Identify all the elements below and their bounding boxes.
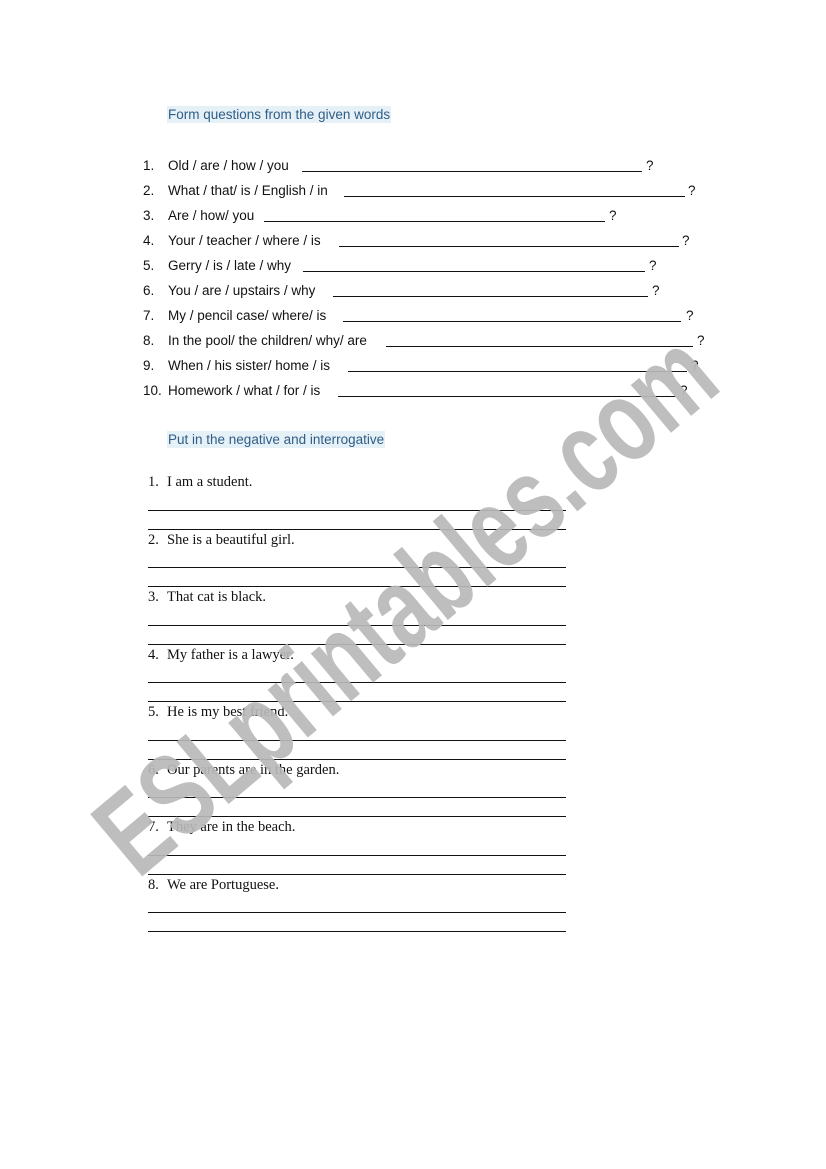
sentence-text: That cat is black. — [167, 589, 267, 605]
question-prompt: My / pencil case/ where/ is — [168, 308, 327, 323]
negative-answer-line[interactable] — [148, 625, 566, 626]
watermark: ESLprintables.com — [70, 307, 741, 900]
answer-blank[interactable] — [302, 171, 642, 172]
interrogative-answer-line[interactable] — [148, 874, 566, 875]
question-mark: ? — [682, 233, 690, 248]
question-prompt: In the pool/ the children/ why/ are — [168, 333, 367, 348]
answer-blank[interactable] — [303, 271, 645, 272]
question-number: 8. — [143, 333, 155, 348]
interrogative-answer-line[interactable] — [148, 529, 566, 530]
sentence-number: 6. — [148, 762, 159, 778]
question-number: 7. — [143, 308, 155, 323]
question-mark: ? — [697, 333, 705, 348]
sentence-text: She is a beautiful girl. — [167, 532, 295, 548]
question-mark: ? — [649, 258, 657, 273]
negative-answer-line[interactable] — [148, 567, 566, 568]
interrogative-answer-line[interactable] — [148, 816, 566, 817]
negative-answer-line[interactable] — [148, 740, 566, 741]
question-number: 4. — [143, 233, 155, 248]
sentence-number: 7. — [148, 819, 159, 835]
question-prompt: Gerry / is / late / why — [168, 258, 292, 273]
sentence-text: He is my best friend. — [167, 704, 289, 720]
sentence-text: They are in the beach. — [167, 819, 296, 835]
question-mark: ? — [609, 208, 617, 223]
question-prompt: Homework / what / for / is — [168, 383, 321, 398]
interrogative-answer-line[interactable] — [148, 586, 566, 587]
sentence-number: 3. — [148, 589, 159, 605]
interrogative-answer-line[interactable] — [148, 701, 566, 702]
negative-answer-line[interactable] — [148, 682, 566, 683]
section1-heading: Form questions from the given words — [167, 106, 392, 123]
answer-blank[interactable] — [386, 346, 693, 347]
question-number: 3. — [143, 208, 155, 223]
question-number: 9. — [143, 358, 155, 373]
question-prompt: You / are / upstairs / why — [168, 283, 316, 298]
section2-heading: Put in the negative and interrogative — [167, 431, 386, 448]
question-number: 1. — [143, 158, 155, 173]
negative-answer-line[interactable] — [148, 797, 566, 798]
question-mark: ? — [688, 183, 696, 198]
answer-blank[interactable] — [348, 371, 687, 372]
negative-answer-line[interactable] — [148, 855, 566, 856]
question-prompt: When / his sister/ home / is — [168, 358, 331, 373]
sentence-number: 8. — [148, 877, 159, 893]
question-number: 2. — [143, 183, 155, 198]
sentence-text: Our parents are in the garden. — [167, 762, 340, 778]
question-mark: ? — [686, 308, 694, 323]
question-mark: ? — [646, 158, 654, 173]
answer-blank[interactable] — [333, 296, 648, 297]
answer-blank[interactable] — [344, 196, 685, 197]
answer-blank[interactable] — [264, 221, 605, 222]
sentence-text: We are Portuguese. — [167, 877, 279, 893]
question-mark: ? — [691, 358, 699, 373]
question-number: 6. — [143, 283, 155, 298]
sentence-text: I am a student. — [167, 474, 253, 490]
answer-blank[interactable] — [338, 396, 676, 397]
question-mark: ? — [652, 283, 660, 298]
sentence-number: 2. — [148, 532, 159, 548]
interrogative-answer-line[interactable] — [148, 759, 566, 760]
interrogative-answer-line[interactable] — [148, 931, 566, 932]
question-number: 5. — [143, 258, 155, 273]
question-mark: ? — [680, 383, 688, 398]
answer-blank[interactable] — [339, 246, 679, 247]
sentence-number: 1. — [148, 474, 159, 490]
question-number: 10. — [143, 383, 162, 398]
interrogative-answer-line[interactable] — [148, 644, 566, 645]
sentence-number: 4. — [148, 647, 159, 663]
sentence-text: My father is a lawyer. — [167, 647, 294, 663]
negative-answer-line[interactable] — [148, 912, 566, 913]
question-prompt: Your / teacher / where / is — [168, 233, 321, 248]
question-prompt: Are / how/ you — [168, 208, 255, 223]
worksheet-page: Form questions from the given words 1. O… — [0, 0, 826, 1169]
sentence-number: 5. — [148, 704, 159, 720]
answer-blank[interactable] — [343, 321, 681, 322]
negative-answer-line[interactable] — [148, 510, 566, 511]
question-prompt: Old / are / how / you — [168, 158, 289, 173]
question-prompt: What / that/ is / English / in — [168, 183, 328, 198]
